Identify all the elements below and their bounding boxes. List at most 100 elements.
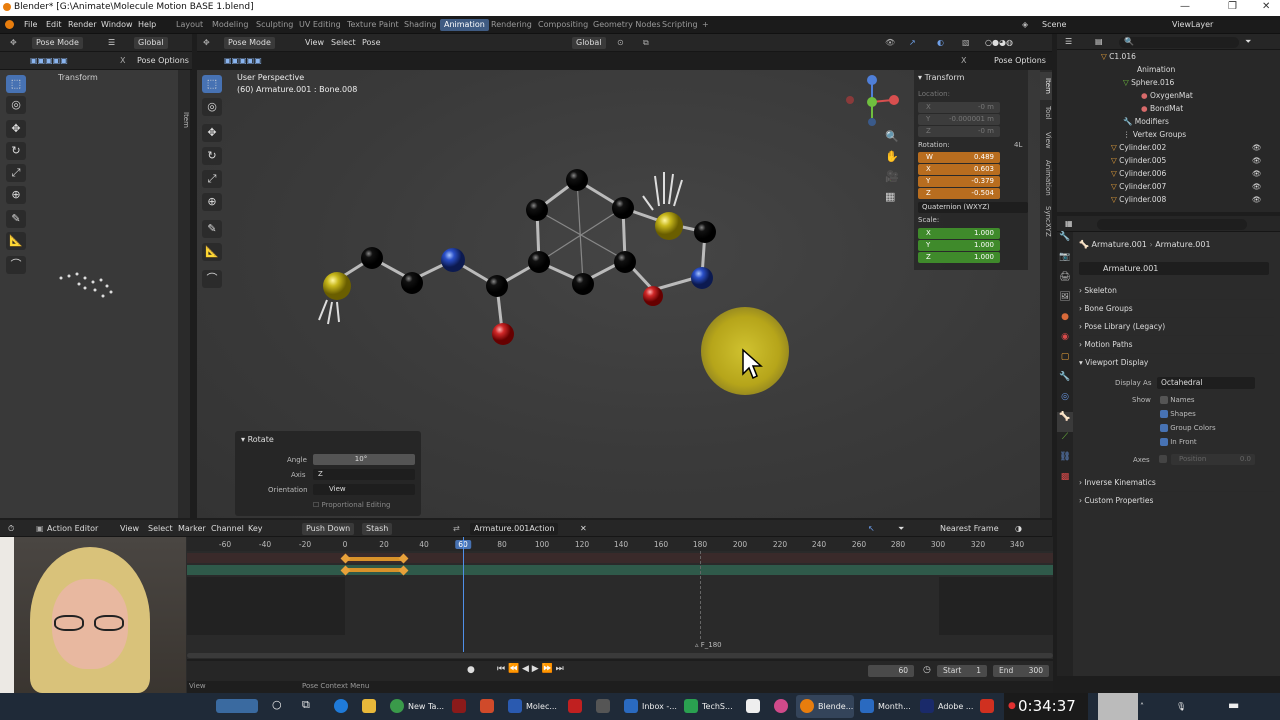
tray-chevron-icon[interactable]: ˄ <box>1140 702 1144 711</box>
bone-tool-icon[interactable]: ⌒ <box>6 256 26 274</box>
tool-tab-icon[interactable]: 🔧 <box>1057 232 1073 252</box>
editor-type-icon[interactable]: ✥ <box>10 38 17 47</box>
outliner-filter-icon[interactable]: ⏷ <box>1245 37 1251 47</box>
scale-y-field[interactable]: Y 1.000 <box>918 240 1000 251</box>
hamburger-icon[interactable]: ☰ <box>108 38 115 47</box>
armature-data-tab-icon[interactable]: 🦴 <box>1057 412 1073 432</box>
outliner-row-sphere[interactable]: ▽ Sphere.016 <box>1057 76 1280 89</box>
viewport-menu-pose[interactable]: Pose <box>362 38 381 47</box>
side-tab-syncxyz[interactable]: SyncXYZ <box>1040 202 1052 238</box>
scale-x-field[interactable]: X 1.000 <box>918 228 1000 239</box>
properties-editor-icon[interactable]: ▦ <box>1065 219 1073 228</box>
end-frame-field[interactable]: End 300 <box>993 665 1049 677</box>
section-bone-groups[interactable]: › Bone Groups <box>1079 300 1274 318</box>
section-pose-library[interactable]: › Pose Library (Legacy) <box>1079 318 1274 336</box>
orientation-dropdown[interactable]: View <box>313 484 415 495</box>
annotate-tool-icon[interactable]: ✎ <box>6 210 26 228</box>
left-mode-dropdown[interactable]: Pose Mode <box>32 37 83 49</box>
adobe-ch-icon[interactable] <box>920 699 934 713</box>
pan-hand-icon[interactable]: ✋ <box>885 150 899 163</box>
outliner-row-cylinder-007[interactable]: ▽ Cylinder.007 👁 <box>1057 180 1280 193</box>
taskbar-techsmith-label[interactable]: TechS... <box>702 702 733 711</box>
acrobat-icon[interactable] <box>568 699 582 713</box>
ae-filter-icon[interactable]: ⏷ <box>898 524 904 534</box>
menu-window[interactable]: Window <box>101 20 133 29</box>
output-tab-icon[interactable]: 🖨 <box>1057 272 1073 292</box>
app-icon-pink[interactable] <box>774 699 788 713</box>
snap-mode-dropdown[interactable]: Nearest Frame <box>940 524 999 533</box>
outliner-row-cylinder-008[interactable]: ▽ Cylinder.008 👁 <box>1057 193 1280 206</box>
action-editor-mode-dropdown[interactable]: Action Editor <box>47 524 98 533</box>
shapes-checkbox[interactable]: Shapes <box>1160 410 1196 418</box>
pivot-icon[interactable]: ⊙ <box>617 38 624 47</box>
only-selected-icon[interactable]: ↖ <box>868 524 875 533</box>
menu-help[interactable]: Help <box>138 20 156 29</box>
visibility-icon[interactable]: 👁 <box>885 38 895 47</box>
menu-file[interactable]: File <box>24 20 37 29</box>
left-orientation-dropdown[interactable]: Global <box>134 37 168 49</box>
mail-icon[interactable] <box>624 699 638 713</box>
playback-controls[interactable]: ⏮ ⏪ ◀ ▶ ⏩ ⏭ <box>497 664 564 674</box>
section-custom-properties[interactable]: › Custom Properties <box>1079 492 1274 510</box>
tab-rendering[interactable]: Rendering <box>491 20 532 29</box>
app-icon-gray[interactable] <box>596 699 610 713</box>
tab-uv-editing[interactable]: UV Editing <box>299 20 341 29</box>
word-icon[interactable] <box>508 699 522 713</box>
cursor-tool-icon[interactable]: ◎ <box>6 96 26 114</box>
vp-bone-tool-icon[interactable]: ⌒ <box>202 270 222 288</box>
outliner-row-animation[interactable]: Animation <box>1057 63 1280 76</box>
outliner-row-cylinder-005[interactable]: ▽ Cylinder.005 👁 <box>1057 154 1280 167</box>
record-icon[interactable]: ● <box>467 665 475 675</box>
xray-icon[interactable]: ▧ <box>962 38 970 47</box>
vp-measure-tool-icon[interactable]: 📐 <box>202 243 222 261</box>
viewport-x-mirror-icon[interactable]: X <box>961 56 966 65</box>
molecule-model[interactable] <box>307 140 727 360</box>
side-tab-tool[interactable]: Tool <box>1040 100 1052 126</box>
measure-tool-icon[interactable]: 📐 <box>6 232 26 250</box>
left-transform-panel[interactable]: Transform <box>58 73 98 82</box>
summary-channel-row[interactable] <box>187 553 1053 563</box>
vp-rotate-tool-icon[interactable]: ↻ <box>202 147 222 165</box>
section-inverse-kinematics[interactable]: › Inverse Kinematics <box>1079 474 1274 492</box>
tab-compositing[interactable]: Compositing <box>538 20 588 29</box>
proportional-editing-checkbox[interactable]: ☐ Proportional Editing <box>313 501 390 509</box>
group-colors-checkbox[interactable]: Group Colors <box>1160 424 1216 432</box>
tab-layout[interactable]: Layout <box>176 20 203 29</box>
outliner-row-modifiers[interactable]: 🔧 Modifiers <box>1057 115 1280 128</box>
action-timeline[interactable]: -60 -40 -20 0 20 40 60 80 100 120 140 16… <box>187 537 1053 659</box>
search-icon[interactable]: ○ <box>272 698 282 711</box>
techsmith-icon[interactable] <box>684 699 698 713</box>
world-tab-icon[interactable]: ◉ <box>1057 332 1073 352</box>
timeline-scrollbar[interactable] <box>187 653 1053 658</box>
rotation-z-field[interactable]: Z -0.504 <box>918 188 1000 199</box>
chrome-icon[interactable] <box>390 699 404 713</box>
bone-tab-icon[interactable]: ⟋ <box>1057 432 1073 452</box>
outliner-row-cylinder-006[interactable]: ▽ Cylinder.006 👁 <box>1057 167 1280 180</box>
vp-select-tool-icon[interactable]: ⬚ <box>202 75 222 93</box>
proportional-icon[interactable]: ◑ <box>1015 524 1022 533</box>
current-frame-field[interactable]: 60 <box>868 665 914 677</box>
axes-position-field[interactable]: Position 0.0 <box>1171 454 1255 465</box>
widgets-icon[interactable] <box>216 699 258 713</box>
viewport-pose-options[interactable]: Pose Options <box>994 56 1046 65</box>
properties-search-input[interactable] <box>1097 219 1247 230</box>
vp-move-tool-icon[interactable]: ✥ <box>202 124 222 142</box>
texture-tab-icon[interactable]: ▩ <box>1057 472 1073 492</box>
select-tool-icon[interactable]: ⬚ <box>6 75 26 93</box>
scale-tool-icon[interactable]: ⤢ <box>6 164 26 182</box>
file-explorer-icon[interactable] <box>362 699 376 713</box>
shading-modes-icon[interactable]: ○●◕◍ <box>985 38 1013 47</box>
axes-checkbox[interactable] <box>1159 455 1167 463</box>
viewport-orientation-dropdown[interactable]: Global <box>572 37 606 49</box>
task-view-icon[interactable]: ⧉ <box>302 698 310 712</box>
tab-geometry-nodes[interactable]: Geometry Nodes <box>593 20 660 29</box>
in-front-checkbox[interactable]: In Front <box>1160 438 1197 446</box>
constraint-tab-icon[interactable]: ⛓ <box>1057 452 1073 472</box>
taskbar-chrome-label[interactable]: New Ta... <box>408 702 444 711</box>
rotation-mode-dropdown[interactable]: Quaternion (WXYZ) <box>918 202 1028 213</box>
tab-scripting[interactable]: Scripting <box>662 20 698 29</box>
names-checkbox[interactable]: Names <box>1160 396 1195 404</box>
grid-view-icon[interactable]: ▦ <box>885 190 895 203</box>
ae-menu-channel[interactable]: Channel <box>211 524 244 533</box>
modifier-tab-icon[interactable]: 🔧 <box>1057 372 1073 392</box>
